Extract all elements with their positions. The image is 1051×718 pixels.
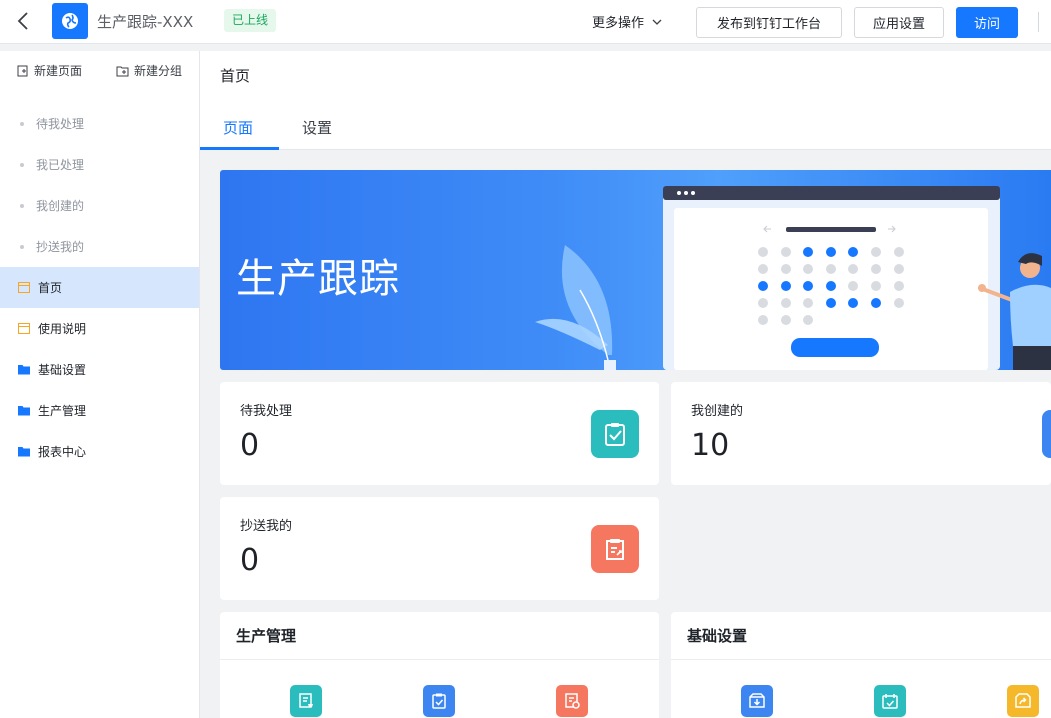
sidebar-item-label: 待我处理 — [36, 117, 85, 131]
sidebar: 新建页面 新建分组 待我处理 我已处理 我创建的 抄送我的 首页 使用说明 基础… — [0, 51, 200, 718]
visit-button[interactable]: 访问 — [956, 7, 1018, 38]
sidebar-item-label: 生产管理 — [38, 404, 87, 418]
toolbar-divider — [1038, 12, 1039, 32]
new-page-label: 新建页面 — [34, 64, 83, 78]
sidebar-item-reports[interactable]: 报表中心 — [0, 431, 199, 472]
inbox-download-icon[interactable] — [741, 685, 773, 717]
hero-banner: 生产跟踪 — [220, 170, 1051, 370]
sidebar-item-basic-settings[interactable]: 基础设置 — [0, 349, 199, 390]
sidebar-item-cc[interactable]: 抄送我的 — [0, 226, 199, 267]
sidebar-item-label: 报表中心 — [38, 445, 87, 459]
sidebar-item-processed[interactable]: 我已处理 — [0, 144, 199, 185]
back-chevron-icon[interactable] — [14, 10, 32, 32]
stat-card-pending[interactable]: 待我处理 0 — [220, 382, 659, 485]
app-title: 生产跟踪-XXX — [97, 13, 194, 31]
folder-icon — [18, 406, 30, 416]
breadcrumb: 首页 — [220, 67, 251, 85]
clipboard-check-icon[interactable] — [423, 685, 455, 717]
tab-page[interactable]: 页面 — [223, 117, 253, 138]
new-group-label: 新建分组 — [134, 64, 183, 78]
more-actions-dropdown[interactable]: 更多操作 — [592, 12, 662, 31]
publish-dingtalk-button[interactable]: 发布到钉钉工作台 — [696, 7, 842, 38]
bullet-dot — [20, 203, 24, 208]
bullet-dot — [20, 162, 24, 167]
sidebar-item-created[interactable]: 我创建的 — [0, 185, 199, 226]
folder-icon — [18, 365, 30, 375]
stat-value: 0 — [240, 428, 260, 463]
sidebar-item-home[interactable]: 首页 — [0, 267, 199, 308]
new-group-button[interactable]: 新建分组 — [116, 62, 182, 79]
stat-label: 我创建的 — [691, 404, 744, 419]
stat-card-created[interactable]: 我创建的 10 — [671, 382, 1051, 485]
sidebar-item-production[interactable]: 生产管理 — [0, 390, 199, 431]
top-bar: 生产跟踪-XXX 已上线 更多操作 发布到钉钉工作台 应用设置 访问 — [0, 0, 1051, 44]
status-badge: 已上线 — [224, 9, 277, 32]
tab-settings[interactable]: 设置 — [302, 117, 332, 138]
bullet-dot — [20, 121, 24, 126]
document-icon — [1042, 410, 1051, 458]
section-title: 生产管理 — [236, 627, 297, 645]
stat-value: 10 — [691, 428, 730, 463]
app-settings-button[interactable]: 应用设置 — [854, 7, 944, 38]
section-production: 生产管理 — [220, 612, 659, 718]
more-actions-label: 更多操作 — [592, 16, 645, 31]
folder-icon — [18, 447, 30, 457]
form-settings-icon[interactable] — [556, 685, 588, 717]
section-divider — [671, 659, 1051, 660]
bullet-dot — [20, 244, 24, 249]
sidebar-actions: 新建页面 新建分组 — [0, 51, 199, 89]
stat-value: 0 — [240, 543, 260, 578]
clipboard-check-icon — [591, 410, 639, 458]
sidebar-item-guide[interactable]: 使用说明 — [0, 308, 199, 349]
active-tab-indicator — [200, 147, 279, 150]
clipboard-send-icon — [591, 525, 639, 573]
new-page-icon — [17, 65, 28, 76]
sidebar-item-pending[interactable]: 待我处理 — [0, 103, 199, 144]
sidebar-item-label: 抄送我的 — [36, 240, 85, 254]
page-icon — [18, 323, 30, 334]
sidebar-item-label: 基础设置 — [38, 363, 87, 377]
sidebar-item-label: 首页 — [38, 281, 63, 295]
form-cart-icon[interactable] — [290, 685, 322, 717]
sidebar-item-label: 我创建的 — [36, 199, 85, 213]
chevron-down-icon — [652, 19, 662, 25]
new-page-button[interactable]: 新建页面 — [17, 62, 82, 79]
sidebar-item-label: 我已处理 — [36, 158, 85, 172]
box-share-icon[interactable] — [1007, 685, 1039, 717]
section-divider — [220, 659, 659, 660]
stat-card-cc[interactable]: 抄送我的 0 — [220, 497, 659, 600]
stat-label: 抄送我的 — [240, 519, 293, 534]
page-icon — [18, 282, 30, 293]
section-title: 基础设置 — [687, 627, 748, 645]
stat-label: 待我处理 — [240, 404, 293, 419]
banner-illustration — [535, 186, 1051, 370]
new-folder-icon — [116, 66, 129, 76]
section-basic-settings: 基础设置 — [671, 612, 1051, 718]
calendar-check-icon[interactable] — [874, 685, 906, 717]
sidebar-item-label: 使用说明 — [38, 322, 87, 336]
main-header: 首页 页面 设置 — [200, 51, 1051, 150]
app-globe-icon — [52, 3, 88, 39]
